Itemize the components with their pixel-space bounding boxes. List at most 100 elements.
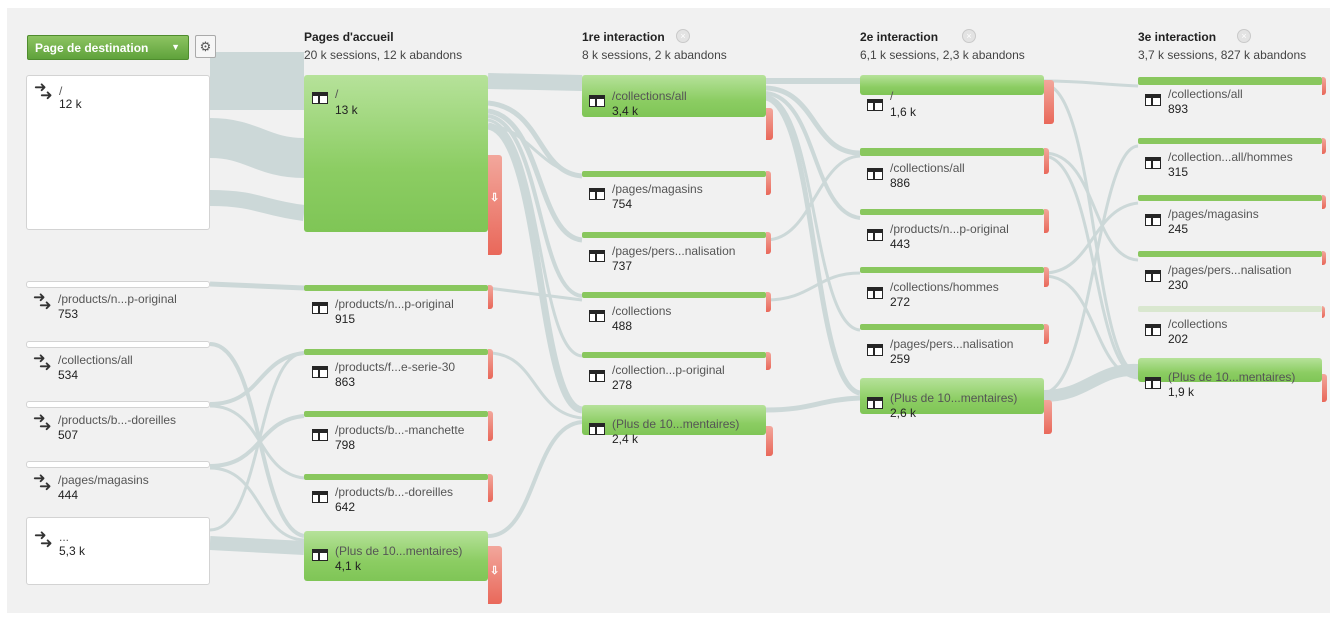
close-icon[interactable]: × (676, 29, 690, 43)
start-node-bar[interactable] (26, 401, 210, 408)
node-label: /pages/pers...nalisation (1168, 263, 1292, 277)
node-label: /products/n...p-original (58, 292, 177, 306)
dropoff-bar[interactable] (488, 474, 493, 502)
interaction-node-bar[interactable] (1138, 77, 1322, 85)
node-value: 1,9 k (1168, 385, 1195, 399)
node-value: 798 (335, 438, 356, 452)
dropoff-bar[interactable] (1322, 77, 1326, 95)
page-icon (867, 99, 883, 111)
node-label: /collections/all (612, 89, 687, 103)
node-value: 737 (612, 259, 633, 273)
start-node-bar[interactable] (26, 341, 210, 348)
page-icon (589, 310, 605, 322)
node-label: /products/n...p-original (890, 222, 1009, 236)
dropoff-bar[interactable] (1322, 251, 1326, 265)
start-node[interactable]: ➜ ➜ / 12 k (26, 75, 210, 230)
dropoff-bar[interactable] (488, 349, 493, 379)
node-label: /pages/magasins (1168, 207, 1259, 221)
dropoff-bar[interactable] (1044, 148, 1049, 174)
interaction-node-bar[interactable] (582, 292, 766, 298)
dropoff-bar[interactable]: ⇩ (488, 546, 502, 604)
dropoff-bar[interactable] (766, 292, 771, 312)
dropoff-bar[interactable] (1044, 324, 1049, 344)
close-icon[interactable]: × (1237, 29, 1251, 43)
node-label: /pages/pers...nalisation (890, 337, 1014, 351)
interaction-node-bar[interactable] (1138, 306, 1322, 312)
node-value: 1,6 k (890, 105, 917, 119)
page-icon (867, 397, 883, 409)
page-icon (589, 250, 605, 262)
dropoff-bar[interactable] (1322, 195, 1326, 209)
dropoff-bar[interactable] (1322, 306, 1325, 318)
node-label: /collection...all/hommes (1168, 150, 1293, 164)
dropoff-bar[interactable] (488, 285, 493, 309)
node-value: 259 (890, 352, 911, 366)
node-value: 2,6 k (890, 406, 917, 420)
entry-arrow-icon: ➜ ➜ (33, 470, 52, 495)
interaction-node-bar[interactable] (582, 232, 766, 238)
start-node[interactable]: ➜ ➜ ... 5,3 k (26, 517, 210, 585)
flow-link (209, 281, 305, 291)
node-value: 12 k (59, 97, 82, 111)
dropoff-bar[interactable] (1044, 400, 1052, 434)
page-icon (312, 491, 328, 503)
dropoff-bar[interactable] (766, 171, 771, 195)
interaction-node-bar[interactable] (1138, 138, 1322, 144)
node-label: /products/f...e-serie-30 (335, 360, 456, 374)
page-icon (1145, 94, 1161, 106)
column-title: 3e interaction (1138, 30, 1217, 44)
dropoff-bar[interactable] (1044, 209, 1049, 233)
node-value: 278 (612, 378, 633, 392)
node-value: 642 (335, 500, 356, 514)
interaction-node-bar[interactable] (582, 171, 766, 177)
entry-arrow-icon: ➜ ➜ (33, 410, 52, 435)
settings-button[interactable]: ⚙ (195, 35, 216, 58)
dropoff-bar[interactable] (1044, 267, 1049, 287)
start-node-bar[interactable] (26, 461, 210, 468)
landing-node-bar[interactable] (304, 349, 488, 355)
arrow-down-icon: ⇩ (490, 192, 500, 204)
interaction-node-bar[interactable] (860, 324, 1044, 330)
dropoff-bar[interactable] (766, 426, 773, 456)
node-value: 534 (58, 368, 79, 382)
node-value: 753 (58, 307, 79, 321)
dropoff-bar[interactable] (766, 232, 771, 254)
landing-node-bar[interactable] (304, 411, 488, 417)
node-label: /products/n...p-original (335, 297, 454, 311)
landing-node-bar[interactable] (304, 474, 488, 480)
dimension-select[interactable]: Page de destination ▼ (27, 35, 189, 60)
dropoff-bar[interactable] (1044, 80, 1054, 124)
node-label: (Plus de 10...mentaires) (890, 391, 1018, 405)
start-node-bar[interactable] (26, 281, 210, 288)
node-value: 886 (890, 176, 911, 190)
landing-node-bar[interactable] (304, 285, 488, 291)
page-icon (589, 188, 605, 200)
dropoff-bar[interactable] (766, 108, 773, 140)
node-label: /collections/all (1168, 87, 1243, 101)
column-title: 1re interaction (582, 30, 665, 44)
node-value: 863 (335, 375, 356, 389)
page-icon (312, 366, 328, 378)
interaction-node-bar[interactable] (860, 209, 1044, 215)
column-subtitle: 20 k sessions, 12 k abandons (304, 48, 463, 62)
dropoff-bar[interactable] (488, 411, 493, 441)
node-label: / (335, 87, 339, 101)
interaction-node-bar[interactable] (1138, 251, 1322, 257)
interaction-node[interactable] (860, 75, 1044, 95)
gear-icon: ⚙ (199, 39, 212, 54)
node-label: /collections/hommes (890, 280, 999, 294)
dropoff-bar[interactable] (766, 352, 771, 370)
node-label: /collections (612, 304, 672, 318)
node-value: 444 (58, 488, 79, 502)
dropoff-bar[interactable]: ⇩ (488, 155, 502, 255)
interaction-node-bar[interactable] (1138, 195, 1322, 201)
interaction-node-bar[interactable] (860, 148, 1044, 156)
interaction-node-bar[interactable] (582, 352, 766, 358)
flow-link (487, 420, 583, 538)
landing-node[interactable] (304, 75, 488, 232)
close-icon[interactable]: × (962, 29, 976, 43)
column-subtitle: 6,1 k sessions, 2,3 k abandons (860, 48, 1025, 62)
interaction-node-bar[interactable] (860, 267, 1044, 273)
dropoff-bar[interactable] (1322, 138, 1326, 154)
dropoff-bar[interactable] (1322, 374, 1327, 402)
